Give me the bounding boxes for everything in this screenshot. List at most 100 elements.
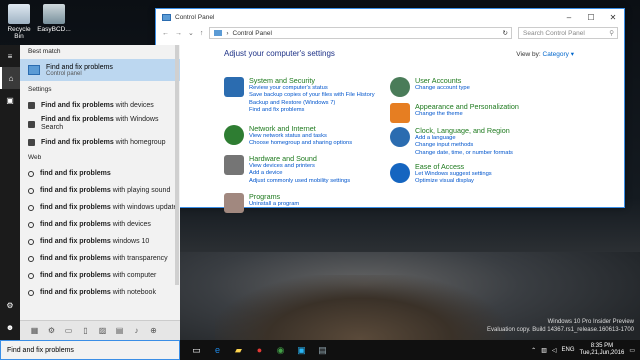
search-icon [28,187,34,194]
control-panel-window[interactable]: Control Panel – ☐ ✕ ← → ⌄ ↑ › Control Pa… [155,8,625,213]
close-button[interactable]: ✕ [602,13,624,22]
up-arrow-icon[interactable]: ↑ [200,30,204,37]
window-title: Control Panel [175,13,215,21]
page-title: Adjust your computer's settings [224,49,335,58]
web-result[interactable]: find and fix problems [20,165,180,182]
category-programs: Programs Uninstall a program [224,193,299,213]
category-hardware-sound: Hardware and Sound View devices and prin… [224,155,350,185]
maximize-button[interactable]: ☐ [580,13,602,22]
web-result[interactable]: find and fix problems with computer [20,267,180,284]
desktop-icon-recycle-bin[interactable]: Recycle Bin [2,4,36,40]
search-icon [28,238,34,245]
settings-result[interactable]: Find and fix problems with homegroup [20,134,180,151]
easybcd-icon [43,4,65,24]
web-result[interactable]: find and fix problems with transparency [20,250,180,267]
printer-icon [224,155,244,175]
recent-chevron-icon[interactable]: ⌄ [188,29,194,37]
address-text: Control Panel [232,29,272,37]
feedback-icon[interactable]: ☻ [0,316,20,338]
search-icon [28,221,34,228]
start-rail: ≡ ⌂ ▣ ⚙ ☻ [0,45,20,340]
notifications-icon[interactable]: ▭ [629,347,635,354]
build-watermark: Windows 10 Pro Insider Preview Evaluatio… [487,319,634,333]
minimize-button[interactable]: – [558,13,580,22]
show-hidden-icons-icon[interactable]: ⌃ [531,347,536,354]
web-result[interactable]: find and fix problems with notebook [20,284,180,301]
videos-filter-icon[interactable]: ▤ [111,326,128,335]
search-results-panel: Best match Find and fix problems Control… [20,45,180,340]
users-icon [390,77,410,97]
search-input[interactable]: Search Control Panel ⚲ [518,27,618,39]
chrome-icon[interactable]: ● [249,340,270,360]
notebook-icon[interactable]: ▣ [0,89,20,111]
shield-icon [224,77,244,97]
category-clock-language-region: Clock, Language, and Region Add a langua… [390,127,513,157]
search-icon: ⚲ [609,30,614,37]
photos-filter-icon[interactable]: ▨ [94,326,111,335]
store-icon[interactable]: ▣ [291,340,312,360]
volume-icon[interactable]: ◁ [552,347,557,354]
scrollbar[interactable] [175,45,179,285]
settings-result[interactable]: Find and fix problems with devices [20,97,180,114]
clock[interactable]: 8:35 PM Tue,21,Jun,2016 [580,343,625,357]
address-bar[interactable]: › Control Panel ↻ [209,27,512,39]
control-panel-content: Adjust your computer's settings View by:… [156,41,624,213]
accessibility-icon [390,163,410,183]
recycle-bin-icon [8,4,30,24]
search-icon [28,272,34,279]
programs-icon [224,193,244,213]
settings-icon [28,120,35,128]
category-appearance: Appearance and Personalization Change th… [390,103,519,123]
forward-arrow-icon[interactable]: → [175,30,182,37]
web-result[interactable]: find and fix problems with playing sound [20,182,180,199]
task-view-icon[interactable]: ▭ [186,340,207,360]
music-filter-icon[interactable]: ♪ [128,326,145,335]
edge-browser-icon[interactable]: e [207,340,228,360]
folders-filter-icon[interactable]: ▯ [77,326,94,335]
globe-icon [224,125,244,145]
search-icon [28,170,34,177]
desktop-icon-label: EasyBCD... [37,26,71,33]
display-icon [390,103,410,123]
apps-filter-icon[interactable]: ▦ [26,326,43,335]
category-system-security: System and Security Review your computer… [224,77,375,114]
desktop-icon-label: Recycle Bin [7,26,31,40]
section-header: Best match [28,48,61,55]
network-icon[interactable]: ▥ [541,347,547,354]
navigation-bar: ← → ⌄ ↑ › Control Panel ↻ Search Control… [156,25,624,41]
web-result[interactable]: find and fix problems windows 10 [20,233,180,250]
language-indicator[interactable]: ENG [562,347,575,353]
xbox-icon[interactable]: ◉ [270,340,291,360]
taskbar-search-input[interactable]: Find and fix problems [0,340,180,360]
taskbar: Find and fix problems ▭ e ▰ ● ◉ ▣ ▤ ⌃ ▥ … [0,340,640,360]
control-panel-taskbar-icon[interactable]: ▤ [312,340,333,360]
title-bar[interactable]: Control Panel – ☐ ✕ [156,9,624,25]
file-explorer-icon[interactable]: ▰ [228,340,249,360]
settings-gear-icon[interactable]: ⚙ [0,294,20,316]
view-by: View by: Category ▾ [516,51,574,58]
view-by-dropdown[interactable]: Category ▾ [543,51,574,58]
settings-icon [28,102,35,109]
search-icon [28,204,34,211]
search-icon [28,289,34,296]
system-tray: ⌃ ▥ ◁ ENG 8:35 PM Tue,21,Jun,2016 ▭ [531,343,640,357]
documents-filter-icon[interactable]: ▭ [60,326,77,335]
back-arrow-icon[interactable]: ← [162,30,169,37]
web-filter-icon[interactable]: ⊕ [145,326,162,335]
settings-filter-icon[interactable]: ⚙ [43,326,60,335]
search-filter-bar: ▦ ⚙ ▭ ▯ ▨ ▤ ♪ ⊕ [20,320,180,340]
section-header: Web [28,154,42,161]
best-match-item[interactable]: Find and fix problems Control panel [20,59,180,81]
control-panel-icon [214,30,223,36]
category-user-accounts: User Accounts Change account type [390,77,470,97]
hamburger-icon[interactable]: ≡ [0,45,20,67]
clock-icon [390,127,410,147]
refresh-icon[interactable]: ↻ [503,29,511,37]
web-result[interactable]: find and fix problems with windows updat… [20,199,180,216]
control-panel-icon [162,13,171,21]
settings-result[interactable]: Find and fix problems with Windows Searc… [20,114,180,134]
desktop-icon-easybcd[interactable]: EasyBCD... [37,4,71,33]
web-result[interactable]: find and fix problems with devices [20,216,180,233]
home-icon[interactable]: ⌂ [0,67,20,89]
category-ease-of-access: Ease of Access Let Windows suggest setti… [390,163,492,186]
